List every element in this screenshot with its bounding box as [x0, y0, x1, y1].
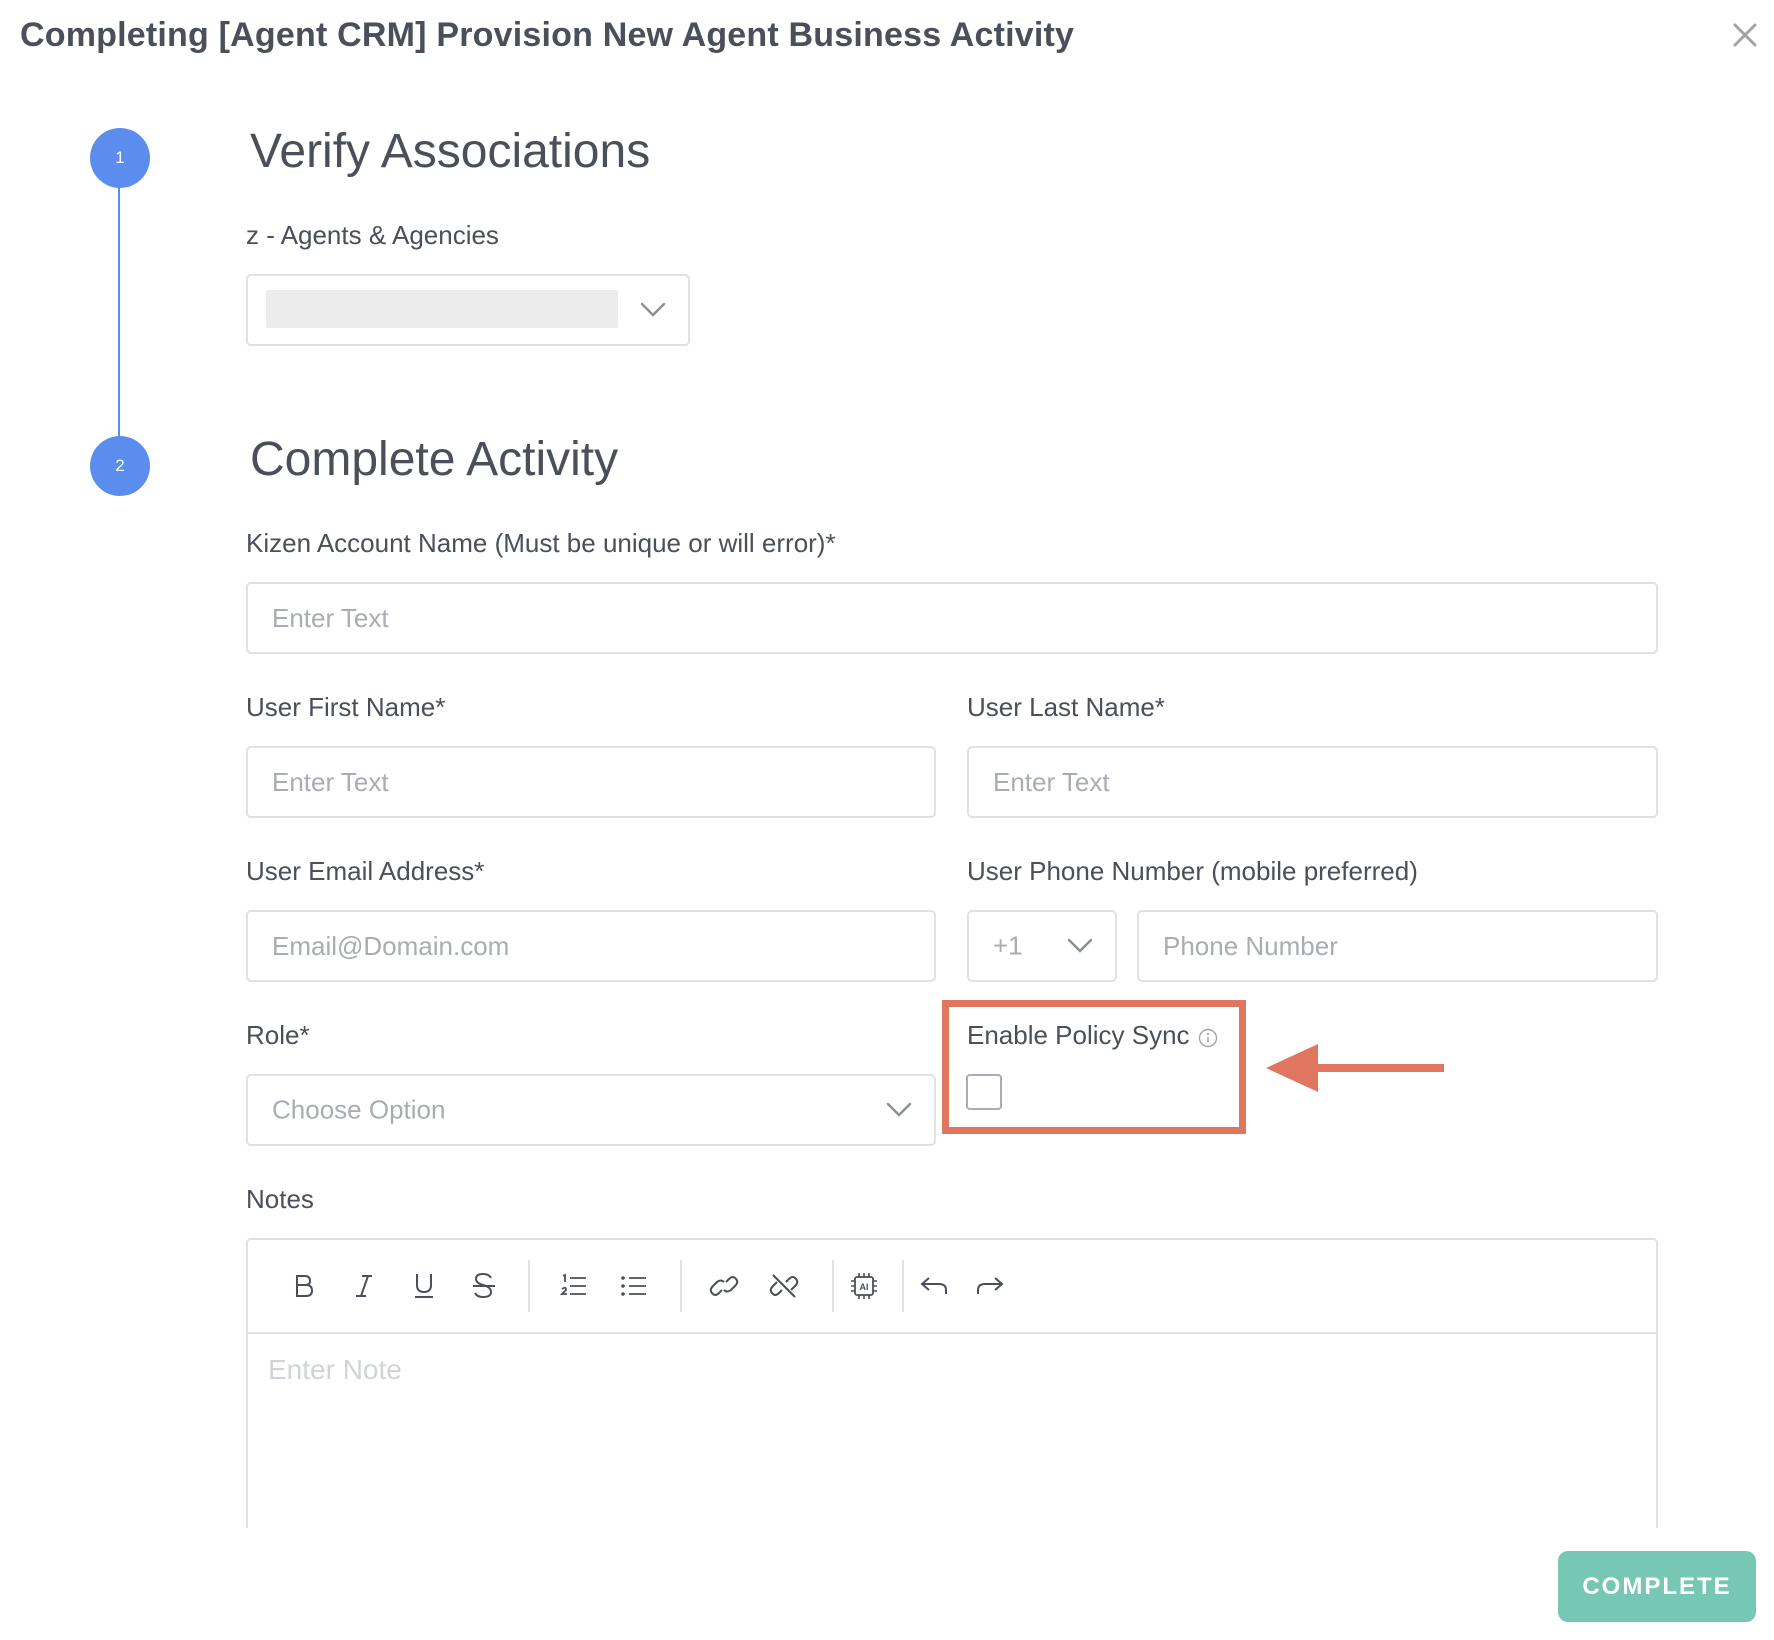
account-name-input[interactable]: [248, 584, 1656, 652]
step-2-badge: 2: [90, 436, 150, 496]
country-code-select[interactable]: +1: [967, 910, 1117, 982]
unlink-icon[interactable]: [764, 1266, 804, 1306]
bullet-list-icon[interactable]: [614, 1266, 654, 1306]
chevron-down-icon: [1067, 938, 1093, 953]
first-name-input[interactable]: [248, 748, 934, 816]
role-select[interactable]: Choose Option: [246, 1074, 936, 1146]
phone-number-input[interactable]: [1139, 912, 1656, 980]
notes-editor[interactable]: AI Enter Note: [246, 1238, 1658, 1528]
link-icon[interactable]: [704, 1266, 744, 1306]
toolbar-divider: [902, 1260, 904, 1312]
strikethrough-icon[interactable]: [464, 1266, 504, 1306]
redacted-value: [266, 290, 618, 328]
first-name-label: User First Name*: [246, 692, 446, 722]
section-title-verify: Verify Associations: [250, 125, 651, 178]
first-name-field[interactable]: [246, 746, 936, 818]
section-title-complete: Complete Activity: [250, 433, 619, 486]
role-placeholder: Choose Option: [272, 1094, 446, 1125]
account-name-label: Kizen Account Name (Must be unique or wi…: [246, 528, 836, 558]
modal-title: Completing [Agent CRM] Provision New Age…: [20, 16, 1075, 54]
last-name-field[interactable]: [967, 746, 1658, 818]
chevron-down-icon: [640, 302, 666, 317]
email-label: User Email Address*: [246, 856, 485, 886]
close-icon[interactable]: [1726, 16, 1764, 54]
email-field[interactable]: [246, 910, 936, 982]
redo-icon[interactable]: [970, 1266, 1010, 1306]
phone-label: User Phone Number (mobile preferred): [967, 856, 1418, 886]
annotation-arrow-icon: [1266, 1044, 1444, 1092]
stepper-line: [118, 185, 120, 465]
associations-label: z - Agents & Agencies: [246, 220, 499, 250]
phone-number-field[interactable]: [1137, 910, 1658, 982]
country-code-value: +1: [993, 930, 1023, 961]
email-input[interactable]: [248, 912, 934, 980]
account-name-field[interactable]: [246, 582, 1658, 654]
svg-text:AI: AI: [860, 1282, 869, 1292]
underline-icon[interactable]: [404, 1266, 444, 1306]
chevron-down-icon: [886, 1102, 912, 1117]
toolbar-divider: [832, 1260, 834, 1312]
italic-icon[interactable]: [344, 1266, 384, 1306]
role-label: Role*: [246, 1020, 310, 1050]
undo-icon[interactable]: [914, 1266, 954, 1306]
ordered-list-icon[interactable]: [554, 1266, 594, 1306]
complete-button[interactable]: COMPLETE: [1558, 1551, 1756, 1622]
bold-icon[interactable]: [284, 1266, 324, 1306]
toolbar-divider: [680, 1260, 682, 1312]
notes-input[interactable]: Enter Note: [268, 1354, 402, 1386]
annotation-highlight-box: [942, 1000, 1246, 1134]
notes-label: Notes: [246, 1184, 314, 1214]
associations-select[interactable]: [246, 274, 690, 346]
toolbar-divider: [528, 1260, 530, 1312]
ai-chip-icon[interactable]: AI: [844, 1266, 884, 1306]
step-1-badge: 1: [90, 128, 150, 188]
editor-toolbar: AI: [248, 1240, 1656, 1334]
last-name-label: User Last Name*: [967, 692, 1165, 722]
last-name-input[interactable]: [969, 748, 1656, 816]
